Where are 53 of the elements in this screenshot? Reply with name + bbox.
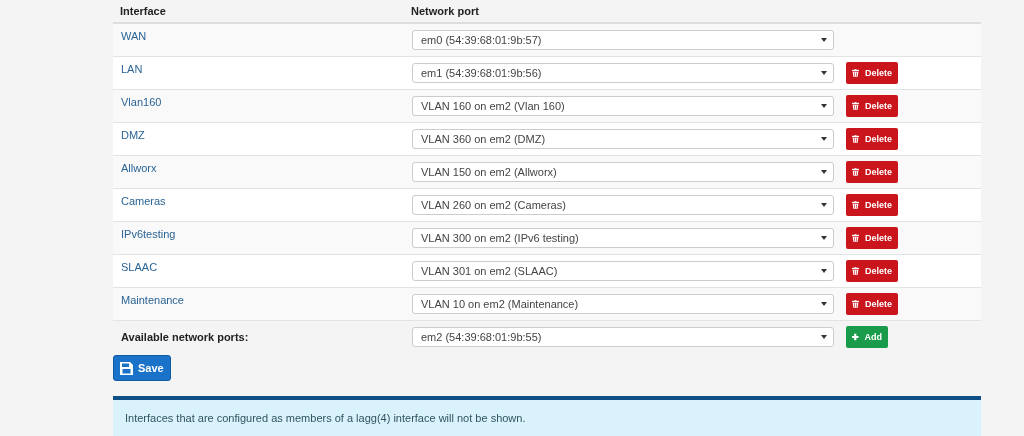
- trash-icon: [852, 265, 859, 277]
- port-select[interactable]: em1 (54:39:68:01:9b:56): [412, 63, 834, 83]
- interface-link[interactable]: SLAAC: [121, 255, 412, 273]
- trash-icon: [852, 100, 859, 112]
- trash-icon: [852, 199, 859, 211]
- interface-link[interactable]: Vlan160: [121, 90, 412, 108]
- interface-link[interactable]: Cameras: [121, 189, 412, 207]
- caret-icon: [821, 38, 827, 42]
- delete-button[interactable]: Delete: [846, 293, 898, 315]
- interface-link[interactable]: LAN: [121, 57, 412, 75]
- trash-icon: [852, 166, 859, 178]
- column-header: Network port: [411, 5, 480, 17]
- delete-button[interactable]: Delete: [846, 161, 898, 183]
- port-select[interactable]: VLAN 300 on em2 (IPv6 testing): [412, 228, 834, 248]
- caret-icon: [821, 302, 827, 306]
- trash-icon: [852, 298, 859, 310]
- caret-icon: [821, 137, 827, 141]
- interface-link[interactable]: WAN: [121, 24, 412, 42]
- port-select[interactable]: VLAN 260 on em2 (Cameras): [412, 195, 834, 215]
- interface-link[interactable]: IPv6testing: [121, 222, 412, 240]
- port-select[interactable]: em0 (54:39:68:01:9b:57): [412, 30, 834, 50]
- caret-icon: [821, 71, 827, 75]
- delete-button[interactable]: Delete: [846, 128, 898, 150]
- caret-icon: [821, 335, 827, 339]
- save-icon: [120, 361, 133, 375]
- caret-icon: [821, 269, 827, 273]
- interface-link[interactable]: DMZ: [121, 123, 412, 141]
- available-ports-label: Available network ports:: [121, 331, 250, 343]
- port-select[interactable]: VLAN 160 on em2 (Vlan 160): [412, 96, 834, 116]
- port-select[interactable]: VLAN 10 on em2 (Maintenance): [412, 294, 834, 314]
- plus-icon: [852, 331, 859, 343]
- caret-icon: [821, 203, 827, 207]
- port-select[interactable]: VLAN 301 on em2 (SLAAC): [412, 261, 834, 281]
- caret-icon: [821, 170, 827, 174]
- interface-link[interactable]: Allworx: [121, 156, 412, 174]
- delete-button[interactable]: Delete: [846, 194, 898, 216]
- delete-button[interactable]: Delete: [846, 260, 898, 282]
- info-text: Interfaces that are configured as members of a lagg(4) interface will not be shown.: [125, 412, 526, 424]
- add-button[interactable]: Add: [846, 326, 888, 348]
- port-select[interactable]: VLAN 150 on em2 (Allworx): [412, 162, 834, 182]
- delete-button[interactable]: Delete: [846, 227, 898, 249]
- save-button[interactable]: Save: [113, 355, 171, 381]
- delete-button[interactable]: Delete: [846, 62, 898, 84]
- caret-icon: [821, 236, 827, 240]
- interface-link[interactable]: Maintenance: [121, 288, 412, 306]
- port-select[interactable]: VLAN 360 on em2 (DMZ): [412, 129, 834, 149]
- column-header: Interface: [120, 5, 167, 17]
- trash-icon: [852, 67, 859, 79]
- delete-button[interactable]: Delete: [846, 95, 898, 117]
- trash-icon: [852, 232, 859, 244]
- caret-icon: [821, 104, 827, 108]
- port-select[interactable]: em2 (54:39:68:01:9b:55): [412, 327, 834, 347]
- trash-icon: [852, 133, 859, 145]
